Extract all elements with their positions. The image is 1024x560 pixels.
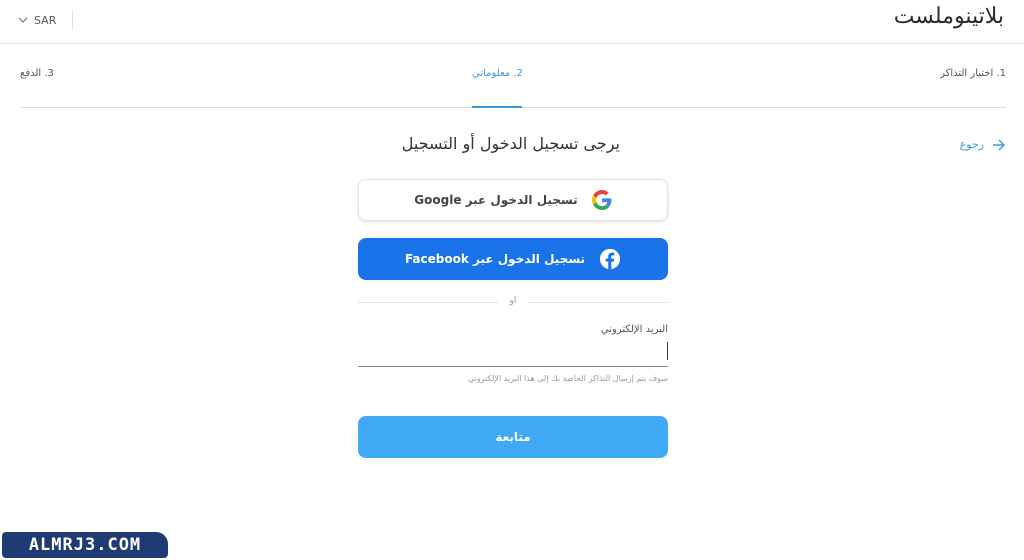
divider-line-left [358,302,498,303]
chevron-down-icon [18,17,28,23]
currency-label: SAR [34,13,57,27]
arrow-right-icon [992,139,1006,151]
back-label: رجوع [959,138,984,151]
google-icon [591,190,612,210]
continue-button[interactable]: متابعة [358,416,668,458]
checkout-steps: 1. اختيار التذاكر 2. معلوماتي 3. الدفع [20,44,1006,108]
google-login-label: تسجيل الدخول عبر Google [414,193,578,207]
google-login-button[interactable]: تسجيل الدخول عبر Google [358,179,668,221]
divider-line-right [528,302,668,303]
top-header: SAR بلاتينوملست [0,0,1024,44]
active-step-indicator [472,106,522,108]
step-select-tickets: 1. اختيار التذاكر [940,68,1006,79]
or-divider: او [358,296,668,306]
step-my-info: 2. معلوماتي [472,68,523,79]
text-caret [667,342,668,360]
email-label: البريد الإلكتروني [600,324,668,335]
page-title: يرجى تسجيل الدخول أو التسجيل [401,134,620,153]
site-watermark: ALMRJ3.COM [2,532,168,558]
or-label: او [509,296,517,306]
site-logo[interactable]: بلاتينوملست [894,4,1004,29]
facebook-icon [599,248,621,270]
facebook-login-label: تسجيل الدخول عبر Facebook [404,252,586,266]
step-payment: 3. الدفع [20,68,54,79]
email-field[interactable] [358,340,668,367]
back-link[interactable]: رجوع [960,138,1006,151]
facebook-login-button[interactable]: تسجيل الدخول عبر Facebook [358,238,668,280]
email-helper-text: سوف يتم إرسال التذاكر الخاصة بك إلى هذا … [467,374,668,383]
currency-selector[interactable]: SAR [18,11,74,29]
